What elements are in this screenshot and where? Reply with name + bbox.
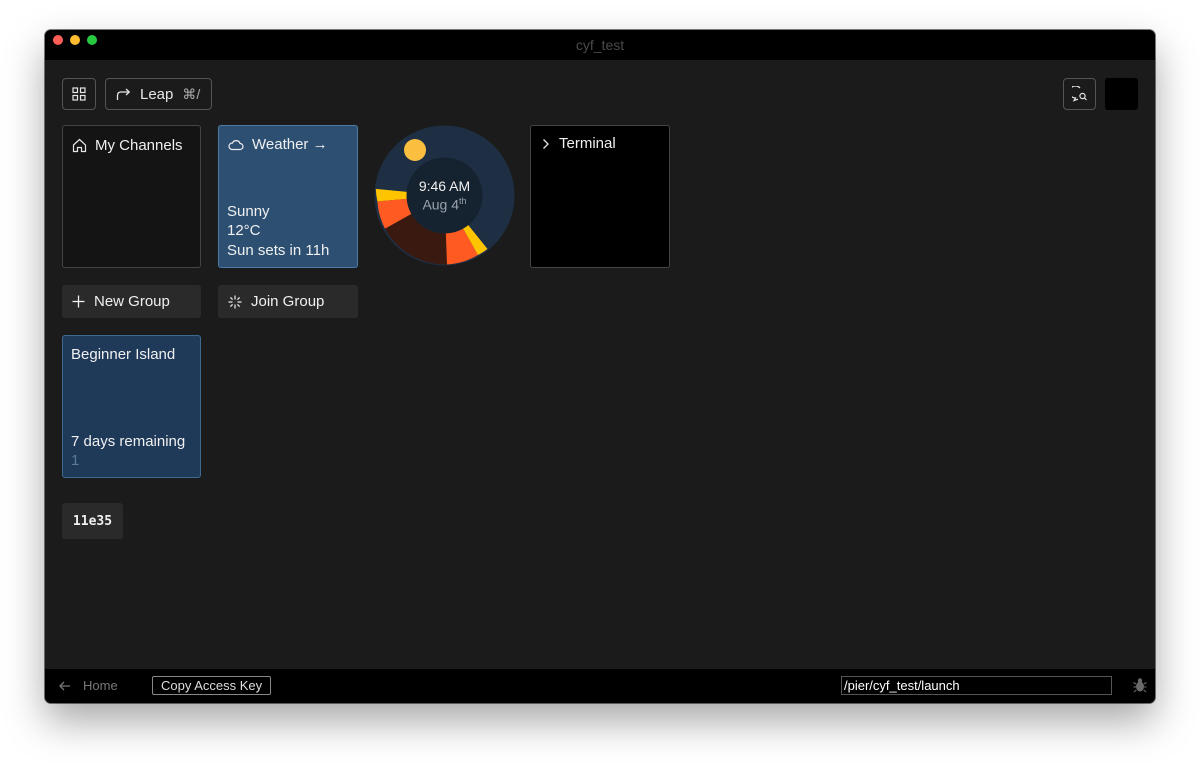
- minimize-window-button[interactable]: [70, 35, 80, 45]
- notifications-button[interactable]: [1063, 78, 1096, 110]
- join-group-button[interactable]: Join Group: [218, 285, 358, 318]
- island-remaining: 7 days remaining: [71, 433, 186, 450]
- my-channels-tile[interactable]: My Channels: [62, 125, 201, 268]
- plus-icon: [72, 295, 85, 308]
- terminal-tile[interactable]: Terminal: [530, 125, 670, 268]
- leap-button[interactable]: Leap ⌘/: [105, 78, 212, 110]
- new-group-button[interactable]: New Group: [62, 285, 201, 318]
- weather-label: Weather →: [252, 136, 328, 153]
- clock-tile[interactable]: 9:46 AM Aug 4th: [374, 125, 515, 266]
- terminal-label: Terminal: [559, 135, 616, 152]
- grid-menu-button[interactable]: [62, 78, 96, 110]
- weather-condition: Sunny: [227, 203, 270, 220]
- title-bar: cyf_test: [45, 30, 1155, 60]
- home-label: Home: [83, 678, 118, 693]
- leap-label: Leap: [140, 85, 174, 103]
- window-title: cyf_test: [575, 37, 625, 53]
- clock-time: 9:46 AM: [418, 178, 471, 194]
- sun-icon: [404, 139, 426, 161]
- weather-header: Weather →: [228, 136, 328, 153]
- bug-icon[interactable]: [1133, 677, 1147, 693]
- weather-tile[interactable]: Weather → Sunny 12°C Sun sets in 11h: [218, 125, 358, 268]
- island-count: 1: [71, 452, 80, 469]
- home-link[interactable]: Home: [59, 678, 118, 693]
- grid-icon: [72, 87, 86, 101]
- window-controls: [53, 35, 97, 45]
- join-group-label: Join Group: [251, 293, 325, 310]
- weather-temperature: 12°C: [227, 222, 261, 239]
- leap-shortcut: ⌘/: [182, 85, 201, 102]
- new-group-label: New Group: [94, 293, 170, 310]
- close-window-button[interactable]: [53, 35, 63, 45]
- chat-search-icon: [1071, 86, 1087, 102]
- home-icon: [72, 138, 87, 153]
- weather-sunset: Sun sets in 11h: [227, 242, 330, 259]
- app-window: cyf_test Leap ⌘/ My Channels Weather → S…: [45, 30, 1155, 703]
- profile-avatar[interactable]: [1105, 78, 1138, 110]
- cloud-icon: [228, 139, 244, 150]
- my-channels-header: My Channels: [72, 137, 183, 154]
- chevron-right-icon: [543, 138, 549, 149]
- version-hash-button[interactable]: 11e35: [62, 503, 123, 539]
- sparkle-icon: [228, 295, 242, 308]
- path-input[interactable]: [841, 676, 1112, 695]
- redirect-arrow-icon: [116, 88, 131, 100]
- footer-bar: Home Copy Access Key: [45, 669, 1155, 703]
- copy-access-key-button[interactable]: Copy Access Key: [152, 676, 272, 695]
- terminal-header: Terminal: [541, 135, 616, 152]
- clock-date: Aug 4: [422, 196, 460, 213]
- my-channels-label: My Channels: [95, 137, 183, 154]
- island-title: Beginner Island: [71, 346, 176, 363]
- arrow-left-icon: [59, 681, 70, 690]
- clock-date-row: Aug 4th: [374, 196, 515, 213]
- maximize-window-button[interactable]: [87, 35, 97, 45]
- beginner-island-tile[interactable]: Beginner Island 7 days remaining 1: [62, 335, 201, 478]
- clock-date-suffix: th: [459, 196, 467, 206]
